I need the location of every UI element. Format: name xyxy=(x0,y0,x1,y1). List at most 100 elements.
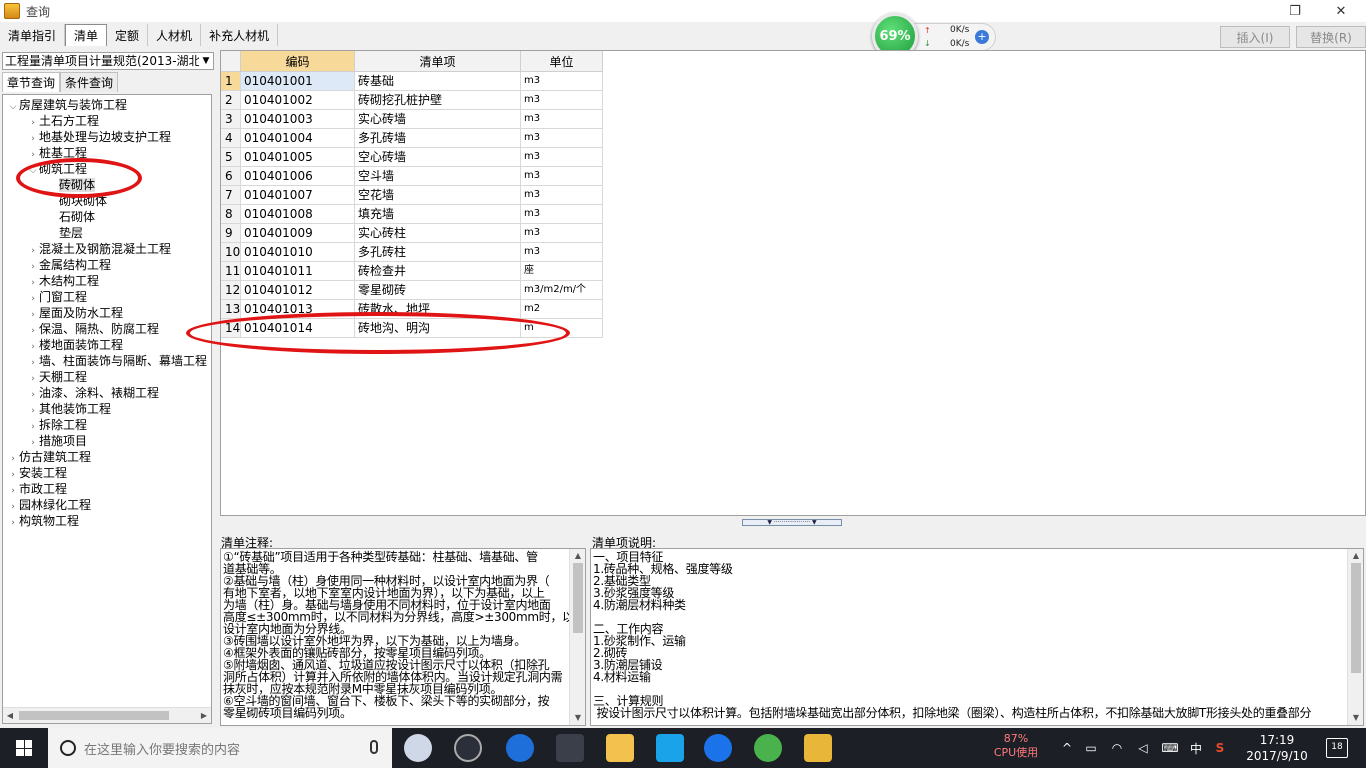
row-number[interactable]: 6 xyxy=(221,167,241,186)
collapse-toggle-icon[interactable]: › xyxy=(27,355,39,371)
glodon-g-icon[interactable] xyxy=(704,734,732,762)
table-cell[interactable]: 实心砖柱 xyxy=(355,224,521,243)
microphone-icon[interactable] xyxy=(370,740,378,754)
collapse-toggle-icon[interactable]: › xyxy=(27,147,39,163)
column-header[interactable]: 单位 xyxy=(521,51,603,72)
tab-quota[interactable]: 定额 xyxy=(107,24,149,46)
wifi-icon[interactable]: ◠ xyxy=(1104,741,1130,755)
table-cell[interactable]: 空斗墙 xyxy=(355,167,521,186)
tree-node[interactable]: › 安装工程 xyxy=(7,465,67,481)
table-cell[interactable]: 010401012 xyxy=(241,281,355,300)
collapse-toggle-icon[interactable]: › xyxy=(27,131,39,147)
table-cell[interactable]: 010401003 xyxy=(241,110,355,129)
replace-button[interactable]: 替换(R) xyxy=(1296,26,1366,48)
table-cell[interactable]: m3 xyxy=(521,72,603,91)
tab-labor-material-machine[interactable]: 人材机 xyxy=(148,24,202,46)
collapse-toggle-icon[interactable]: › xyxy=(7,467,19,483)
tree-hscrollbar[interactable]: ◀ ▶ xyxy=(3,707,211,723)
collapse-toggle-icon[interactable]: › xyxy=(7,499,19,515)
scroll-down-icon[interactable]: ▼ xyxy=(1348,711,1363,725)
collapse-toggle-icon[interactable]: › xyxy=(7,515,19,531)
desc-vscrollbar[interactable]: ▲ ▼ xyxy=(1347,549,1363,725)
collapse-toggle-icon[interactable]: › xyxy=(27,371,39,387)
tree-node[interactable]: › 门窗工程 xyxy=(27,289,87,305)
collapse-toggle-icon[interactable]: › xyxy=(27,323,39,339)
scroll-thumb[interactable] xyxy=(1351,563,1361,673)
tree-node[interactable]: › 土石方工程 xyxy=(27,113,99,129)
row-number[interactable]: 2 xyxy=(221,91,241,110)
table-cell[interactable]: 010401010 xyxy=(241,243,355,262)
tree-node[interactable]: › 园林绿化工程 xyxy=(7,497,91,513)
notes-app-icon[interactable] xyxy=(804,734,832,762)
tree-node[interactable]: › 木结构工程 xyxy=(27,273,99,289)
ime-mode[interactable]: 中 xyxy=(1184,740,1208,757)
row-number[interactable]: 7 xyxy=(221,186,241,205)
collapse-toggle-icon[interactable]: › xyxy=(27,291,39,307)
tree-node[interactable]: 垫层 xyxy=(47,225,83,241)
table-cell[interactable]: m3 xyxy=(521,186,603,205)
table-cell[interactable]: 010401005 xyxy=(241,148,355,167)
table-cell[interactable]: 010401011 xyxy=(241,262,355,281)
scroll-thumb[interactable] xyxy=(573,563,583,633)
table-cell[interactable]: 砖检查井 xyxy=(355,262,521,281)
collapse-toggle-icon[interactable]: › xyxy=(27,275,39,291)
row-number[interactable]: 12 xyxy=(221,281,241,300)
table-cell[interactable]: 实心砖墙 xyxy=(355,110,521,129)
table-cell[interactable]: 填充墙 xyxy=(355,205,521,224)
tree-node[interactable]: › 屋面及防水工程 xyxy=(27,305,123,321)
table-cell[interactable]: 010401004 xyxy=(241,129,355,148)
360-browser-icon[interactable] xyxy=(754,734,782,762)
table-cell[interactable]: m3 xyxy=(521,91,603,110)
pinwheel-app-icon[interactable] xyxy=(404,734,432,762)
row-number[interactable]: 3 xyxy=(221,110,241,129)
tree-node[interactable]: › 措施项目 xyxy=(27,433,87,449)
row-number[interactable]: 5 xyxy=(221,148,241,167)
notification-center-icon[interactable]: 18 xyxy=(1326,738,1348,758)
tab-supplementary-lmm[interactable]: 补充人材机 xyxy=(201,24,279,46)
table-cell[interactable]: 010401008 xyxy=(241,205,355,224)
scroll-thumb[interactable] xyxy=(19,711,169,720)
row-number[interactable]: 11 xyxy=(221,262,241,281)
table-cell[interactable]: 010401007 xyxy=(241,186,355,205)
edge-icon[interactable] xyxy=(506,734,534,762)
tree-node[interactable]: › 其他装饰工程 xyxy=(27,401,111,417)
tab-list[interactable]: 清单 xyxy=(65,24,108,46)
row-number[interactable]: 9 xyxy=(221,224,241,243)
tree-node[interactable]: › 地基处理与边坡支护工程 xyxy=(27,129,171,145)
insert-button[interactable]: 插入(I) xyxy=(1220,26,1290,48)
table-cell[interactable]: 砖基础 xyxy=(355,72,521,91)
table-cell[interactable]: 空花墙 xyxy=(355,186,521,205)
scroll-up-icon[interactable]: ▲ xyxy=(1348,549,1363,563)
file-explorer-icon[interactable] xyxy=(606,734,634,762)
collapse-toggle-icon[interactable]: › xyxy=(7,483,19,499)
qq-app-icon[interactable] xyxy=(656,734,684,762)
tree-node[interactable]: › 楼地面装饰工程 xyxy=(27,337,123,353)
collapse-toggle-icon[interactable]: › xyxy=(7,451,19,467)
tree-node[interactable]: › 保温、隔热、防腐工程 xyxy=(27,321,159,337)
taskbar-search[interactable]: 在这里输入你要搜索的内容 xyxy=(48,728,392,768)
tab-list-guide[interactable]: 清单指引 xyxy=(0,24,66,46)
tab-condition-query[interactable]: 条件查询 xyxy=(60,72,119,92)
collapse-toggle-icon[interactable]: › xyxy=(27,387,39,403)
scroll-up-icon[interactable]: ▲ xyxy=(570,549,585,563)
table-cell[interactable]: 零星砌砖 xyxy=(355,281,521,300)
chevron-down-icon[interactable]: ▼ xyxy=(199,53,213,69)
tree-node[interactable]: › 混凝土及钢筋混凝土工程 xyxy=(27,241,171,257)
collapse-toggle-icon[interactable]: › xyxy=(27,435,39,451)
boost-plus-icon[interactable]: + xyxy=(975,30,989,44)
tree-node[interactable]: › 金属结构工程 xyxy=(27,257,111,273)
restore-icon[interactable]: ❐ xyxy=(1272,0,1318,22)
table-cell[interactable]: m2 xyxy=(521,300,603,319)
row-number[interactable]: 8 xyxy=(221,205,241,224)
keyboard-icon[interactable]: ⌨ xyxy=(1156,741,1184,755)
table-cell[interactable]: 多孔砖墙 xyxy=(355,129,521,148)
table-cell[interactable]: 砖砌挖孔桩护壁 xyxy=(355,91,521,110)
table-cell[interactable]: m3 xyxy=(521,243,603,262)
store-icon[interactable] xyxy=(556,734,584,762)
column-header[interactable]: 编码 xyxy=(241,51,355,72)
chevron-up-icon[interactable]: ^ xyxy=(1056,741,1078,755)
clock[interactable]: 17:19 2017/9/10 xyxy=(1244,732,1310,764)
table-cell[interactable]: 多孔砖柱 xyxy=(355,243,521,262)
tree-node[interactable]: ⌵ 房屋建筑与装饰工程 xyxy=(7,97,127,113)
table-cell[interactable]: 010401009 xyxy=(241,224,355,243)
